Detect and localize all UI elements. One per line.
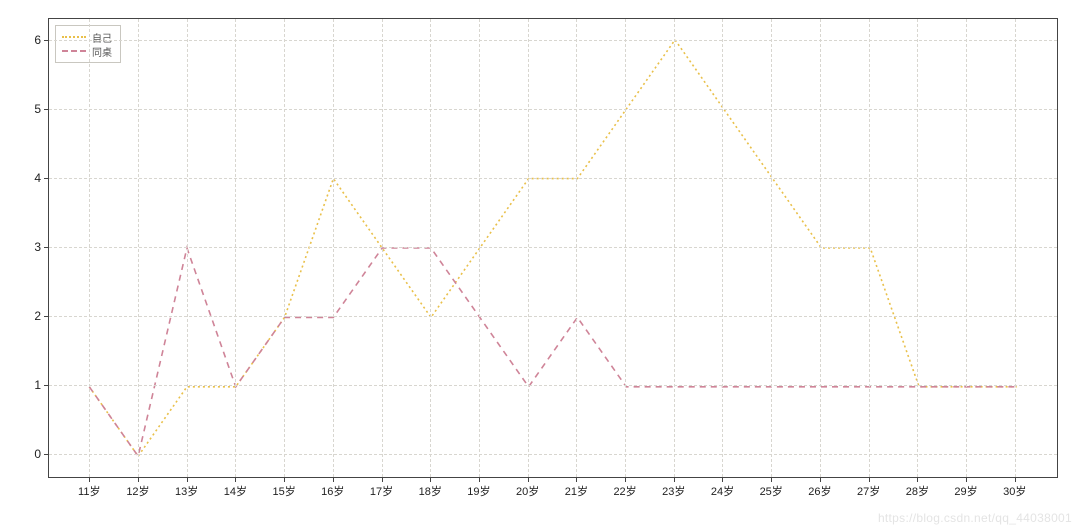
x-tick-mark xyxy=(187,477,188,482)
x-tick-mark xyxy=(722,477,723,482)
grid-line-vertical xyxy=(869,19,870,477)
y-tick-label: 5 xyxy=(34,102,41,116)
y-tick-mark xyxy=(44,247,49,248)
y-tick-label: 0 xyxy=(34,447,41,461)
x-tick-mark xyxy=(771,477,772,482)
x-tick-label: 19岁 xyxy=(467,483,490,499)
x-tick-mark xyxy=(138,477,139,482)
grid-line-horizontal xyxy=(49,178,1057,179)
x-tick-mark xyxy=(576,477,577,482)
x-tick-mark xyxy=(1015,477,1016,482)
grid-line-vertical xyxy=(138,19,139,477)
grid-line-horizontal xyxy=(49,40,1057,41)
y-tick-label: 1 xyxy=(34,378,41,392)
grid-line-vertical xyxy=(576,19,577,477)
grid-line-vertical xyxy=(430,19,431,477)
watermark-text: https://blog.csdn.net/qq_44038001 xyxy=(878,511,1072,525)
legend-swatch xyxy=(62,50,86,52)
x-tick-label: 17岁 xyxy=(370,483,393,499)
chart-lines-layer xyxy=(49,19,1057,477)
y-tick-mark xyxy=(44,178,49,179)
y-tick-mark xyxy=(44,40,49,41)
x-tick-mark xyxy=(284,477,285,482)
y-tick-label: 4 xyxy=(34,171,41,185)
x-tick-label: 28岁 xyxy=(906,483,929,499)
x-tick-mark xyxy=(674,477,675,482)
x-tick-label: 24岁 xyxy=(711,483,734,499)
x-tick-label: 16岁 xyxy=(321,483,344,499)
grid-line-vertical xyxy=(235,19,236,477)
x-tick-label: 12岁 xyxy=(126,483,149,499)
y-tick-label: 2 xyxy=(34,309,41,323)
plot-area: 自己 同桌 11岁12岁13岁14岁15岁16岁17岁18岁19岁20岁21岁2… xyxy=(48,18,1058,478)
x-tick-label: 23岁 xyxy=(662,483,685,499)
grid-line-horizontal xyxy=(49,109,1057,110)
x-tick-label: 13岁 xyxy=(175,483,198,499)
series-line xyxy=(89,40,1016,456)
x-tick-mark xyxy=(89,477,90,482)
x-tick-mark xyxy=(479,477,480,482)
x-tick-label: 26岁 xyxy=(808,483,831,499)
legend: 自己 同桌 xyxy=(55,25,121,63)
legend-label: 自己 xyxy=(92,30,112,45)
legend-entry: 自己 xyxy=(62,30,112,44)
grid-line-vertical xyxy=(917,19,918,477)
x-tick-label: 29岁 xyxy=(954,483,977,499)
y-tick-mark xyxy=(44,316,49,317)
x-tick-label: 22岁 xyxy=(613,483,636,499)
grid-line-horizontal xyxy=(49,454,1057,455)
grid-line-horizontal xyxy=(49,247,1057,248)
x-tick-mark xyxy=(917,477,918,482)
x-tick-mark xyxy=(430,477,431,482)
x-tick-label: 25岁 xyxy=(760,483,783,499)
grid-line-vertical xyxy=(528,19,529,477)
legend-label: 同桌 xyxy=(92,44,112,59)
x-tick-mark xyxy=(966,477,967,482)
x-tick-label: 20岁 xyxy=(516,483,539,499)
y-tick-label: 3 xyxy=(34,240,41,254)
x-tick-mark xyxy=(528,477,529,482)
grid-line-horizontal xyxy=(49,316,1057,317)
x-tick-label: 11岁 xyxy=(78,483,100,499)
series-line xyxy=(89,248,1016,456)
x-tick-mark xyxy=(625,477,626,482)
legend-swatch xyxy=(62,36,86,38)
x-tick-mark xyxy=(869,477,870,482)
x-tick-mark xyxy=(382,477,383,482)
x-tick-label: 30岁 xyxy=(1003,483,1026,499)
grid-line-vertical xyxy=(674,19,675,477)
grid-line-vertical xyxy=(771,19,772,477)
x-tick-mark xyxy=(235,477,236,482)
x-tick-label: 21岁 xyxy=(565,483,588,499)
x-tick-label: 27岁 xyxy=(857,483,880,499)
chart-container: 自己 同桌 11岁 12岁 13岁 14岁 15岁 16岁 17岁 18岁 19岁 20岁 21岁 2… xyxy=(0,0,1078,529)
y-tick-mark xyxy=(44,385,49,386)
grid-line-vertical xyxy=(284,19,285,477)
x-tick-label: 15岁 xyxy=(272,483,295,499)
grid-line-vertical xyxy=(479,19,480,477)
legend-entry: 同桌 xyxy=(62,44,112,58)
y-tick-mark xyxy=(44,454,49,455)
y-tick-label: 6 xyxy=(34,33,41,47)
x-tick-label: 18岁 xyxy=(419,483,442,499)
grid-line-vertical xyxy=(333,19,334,477)
x-tick-label: 14岁 xyxy=(224,483,247,499)
grid-line-horizontal xyxy=(49,385,1057,386)
grid-line-vertical xyxy=(820,19,821,477)
grid-line-vertical xyxy=(625,19,626,477)
grid-line-vertical xyxy=(187,19,188,477)
grid-line-vertical xyxy=(1015,19,1016,477)
y-tick-mark xyxy=(44,109,49,110)
grid-line-vertical xyxy=(89,19,90,477)
grid-line-vertical xyxy=(382,19,383,477)
grid-line-vertical xyxy=(966,19,967,477)
x-tick-mark xyxy=(820,477,821,482)
grid-line-vertical xyxy=(722,19,723,477)
x-tick-mark xyxy=(333,477,334,482)
